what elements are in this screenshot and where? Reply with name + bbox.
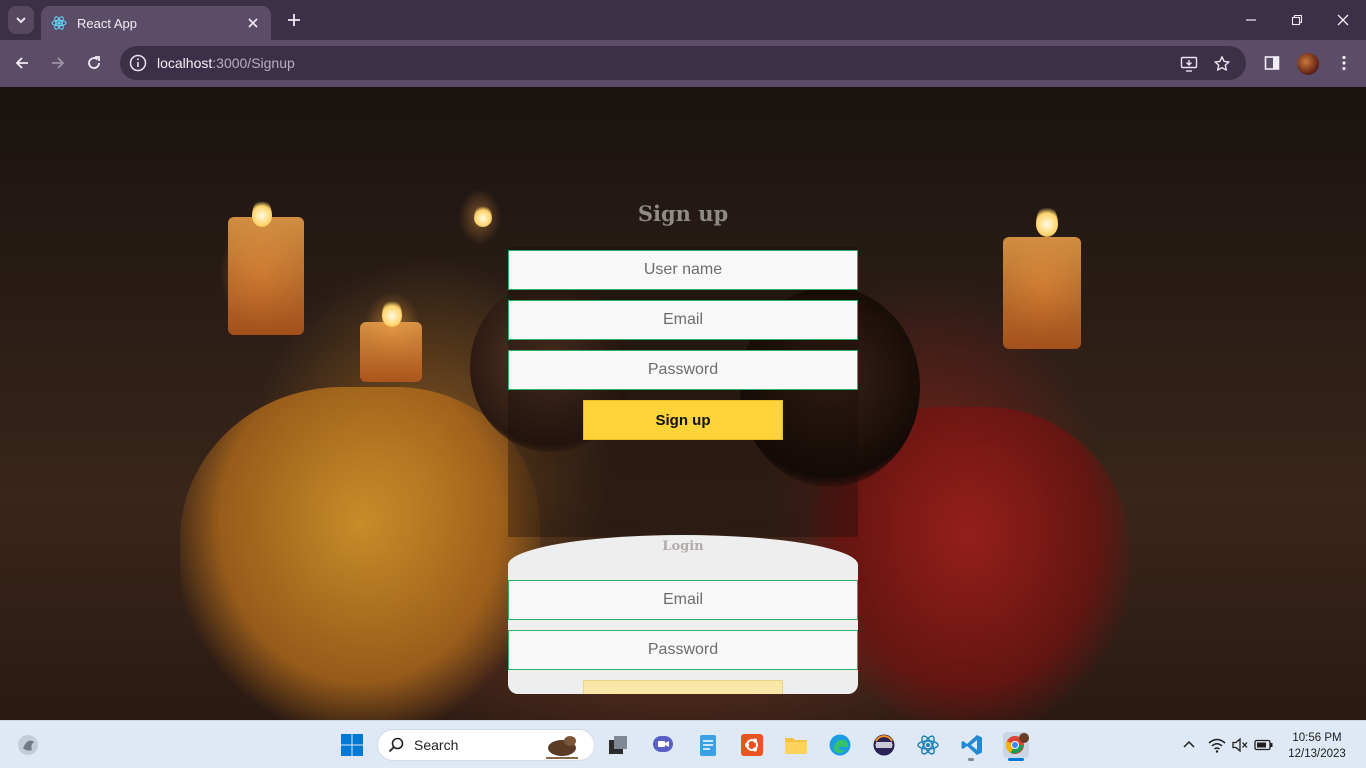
address-bar[interactable]: localhost:3000/Signup <box>120 46 1246 80</box>
eclipse-icon[interactable] <box>868 729 900 761</box>
chrome-active-indicator <box>1008 758 1024 761</box>
chevron-down-icon <box>16 17 26 24</box>
chat-icon[interactable] <box>647 729 679 761</box>
edge-browser-icon[interactable] <box>824 729 856 761</box>
search-icon <box>388 737 404 753</box>
browser-toolbar: localhost:3000/Signup <box>0 40 1366 87</box>
candle-decoration <box>1003 237 1081 349</box>
taskbar-search-box[interactable]: Search <box>377 729 595 761</box>
auth-form-container: Sign up User name Email Password Sign up… <box>508 87 858 694</box>
vscode-running-indicator <box>968 758 974 761</box>
url-text[interactable]: localhost:3000/Signup <box>157 55 295 71</box>
chrome-icon[interactable] <box>1000 729 1032 761</box>
signup-title: Sign up <box>637 201 729 226</box>
url-host: localhost <box>157 55 213 71</box>
profile-avatar[interactable] <box>1297 53 1319 75</box>
flame-decoration <box>252 199 272 227</box>
wifi-icon[interactable] <box>1206 733 1228 757</box>
candle-decoration <box>228 217 304 335</box>
login-password-input[interactable]: Password <box>508 630 858 670</box>
login-email-input[interactable]: Email <box>508 580 858 620</box>
person-left-illustration <box>180 387 540 720</box>
minimize-button[interactable] <box>1229 6 1273 34</box>
react-icon <box>51 15 67 31</box>
info-icon[interactable] <box>129 54 147 72</box>
username-input[interactable]: User name <box>508 250 858 290</box>
task-view-icon[interactable] <box>602 729 634 761</box>
more-options-icon[interactable] <box>1331 50 1357 76</box>
start-windows-icon[interactable] <box>336 729 368 761</box>
signup-button[interactable]: Sign up <box>583 400 783 440</box>
side-panel-icon[interactable] <box>1259 50 1285 76</box>
taskbar-clock[interactable]: 10:56 PM 12/13/2023 <box>1280 730 1354 762</box>
ubuntu-icon[interactable] <box>736 729 768 761</box>
react-devtools-icon[interactable] <box>912 729 944 761</box>
restore-icon <box>1291 14 1303 26</box>
tab-search-button[interactable] <box>8 6 34 34</box>
arrow-right-icon <box>52 57 65 69</box>
url-path: :3000/Signup <box>212 55 295 71</box>
taskbar-search-label: Search <box>414 737 459 753</box>
install-app-icon[interactable] <box>1179 54 1199 74</box>
clock-date: 12/13/2023 <box>1288 748 1346 760</box>
reload-button[interactable] <box>79 48 109 78</box>
forward-button[interactable] <box>43 48 73 78</box>
search-highlight-icon <box>546 736 578 759</box>
taskbar: Search <box>0 720 1366 768</box>
file-explorer-icon[interactable] <box>780 729 812 761</box>
signup-email-input[interactable]: Email <box>508 300 858 340</box>
flame-decoration <box>1036 205 1058 237</box>
show-hidden-icons-chevron-up-icon[interactable] <box>1178 733 1200 757</box>
new-tab-button[interactable] <box>282 8 306 32</box>
tab-title: React App <box>77 15 137 31</box>
widgets-icon[interactable] <box>12 729 44 761</box>
plus-icon <box>288 14 300 26</box>
signup-panel <box>508 247 858 537</box>
battery-icon[interactable] <box>1253 733 1275 757</box>
login-title: Login <box>662 539 704 554</box>
browser-tab[interactable]: React App <box>41 6 271 40</box>
signup-password-input[interactable]: Password <box>508 350 858 390</box>
bookmark-star-icon[interactable] <box>1212 54 1232 74</box>
clock-time: 10:56 PM <box>1292 732 1342 744</box>
vscode-icon[interactable] <box>956 729 988 761</box>
notepad-icon[interactable] <box>692 729 724 761</box>
login-button[interactable] <box>583 680 783 694</box>
tab-strip: React App <box>0 0 1366 40</box>
restore-button[interactable] <box>1275 6 1319 34</box>
reload-icon <box>88 56 100 69</box>
back-button[interactable] <box>7 48 37 78</box>
candle-decoration <box>360 322 422 382</box>
volume-muted-icon[interactable] <box>1229 733 1251 757</box>
flame-decoration <box>474 205 492 227</box>
flame-decoration <box>382 299 402 327</box>
close-icon <box>1337 14 1349 26</box>
close-tab-icon[interactable] <box>245 15 261 31</box>
minimize-icon <box>1246 19 1256 21</box>
close-window-button[interactable] <box>1321 6 1365 34</box>
arrow-left-icon <box>15 57 28 69</box>
